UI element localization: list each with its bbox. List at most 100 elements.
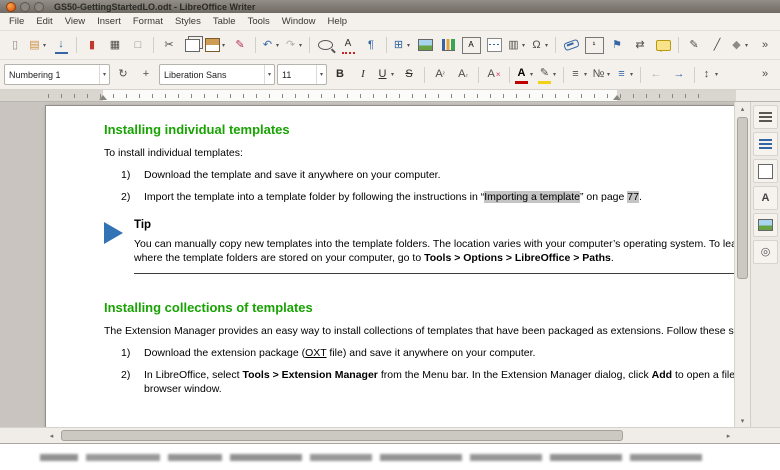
print-button[interactable]: ▦ (104, 35, 126, 55)
page-deck-button[interactable] (753, 159, 778, 183)
undo-button[interactable]: ↶ ▾ (260, 35, 282, 55)
scroll-down-arrow[interactable]: ▾ (735, 414, 750, 427)
menu-item-styles[interactable]: Styles (169, 14, 207, 29)
underline-dropdown-arrow[interactable]: ▾ (389, 71, 396, 78)
menu-item-insert[interactable]: Insert (91, 14, 127, 29)
spelling-button[interactable]: A (337, 35, 359, 55)
menu-item-tools[interactable]: Tools (242, 14, 276, 29)
insert-special-character-dropdown-arrow[interactable]: ▾ (543, 42, 550, 49)
menu-item-table[interactable]: Table (207, 14, 242, 29)
bullet-list-dropdown-arrow[interactable]: ▾ (582, 71, 589, 78)
font-color-button[interactable]: A ▾ (514, 65, 536, 85)
outline-list-button[interactable]: ≡ ▾ (614, 65, 636, 85)
subscript-button[interactable]: A (452, 65, 474, 85)
line-spacing-dropdown-arrow[interactable]: ▾ (713, 71, 720, 78)
clear-formatting-button[interactable]: A (483, 65, 505, 85)
vertical-scrollbar[interactable]: ▴ ▾ (734, 102, 750, 427)
numbered-list-dropdown-arrow[interactable]: ▾ (605, 71, 612, 78)
insert-field-dropdown-arrow[interactable]: ▾ (520, 42, 527, 49)
find-replace-button[interactable] (314, 35, 336, 55)
scroll-up-arrow[interactable]: ▴ (735, 102, 750, 115)
font-name-dropdown-arrow[interactable] (263, 65, 274, 84)
paste-button[interactable]: ▾ (204, 35, 228, 55)
numbered-list-button[interactable]: № ▾ (591, 65, 613, 85)
decrease-indent-button[interactable]: ← (645, 65, 667, 85)
font-color-dropdown-arrow[interactable]: ▾ (528, 71, 535, 78)
document-area[interactable]: Installing individual templates To insta… (0, 102, 734, 427)
indent-marker-right[interactable] (613, 95, 621, 100)
font-size-dropdown-arrow[interactable] (315, 65, 326, 84)
paragraph-style-combo[interactable]: Numbering 1 (4, 64, 110, 85)
insert-hyperlink-button[interactable] (560, 35, 582, 55)
open-dropdown-arrow[interactable]: ▾ (41, 42, 48, 49)
minimize-button[interactable] (20, 1, 30, 12)
toolbar-overflow-button[interactable]: » (754, 35, 776, 55)
paragraph-style-dropdown-arrow[interactable] (98, 65, 109, 84)
scroll-right-arrow[interactable]: ▸ (722, 428, 735, 443)
menu-item-format[interactable]: Format (127, 14, 169, 29)
export-pdf-button[interactable]: ▮ (81, 35, 103, 55)
italic-button[interactable]: I (352, 65, 374, 85)
new-document-button[interactable]: ▯ (4, 35, 26, 55)
outline-list-dropdown-arrow[interactable]: ▾ (628, 71, 635, 78)
undo-dropdown-arrow[interactable]: ▾ (274, 42, 281, 49)
insert-page-break-button[interactable] (483, 35, 505, 55)
track-changes-button[interactable]: ✎ (683, 35, 705, 55)
insert-table-dropdown-arrow[interactable]: ▾ (405, 42, 412, 49)
open-button[interactable]: ▤ ▾ (27, 35, 49, 55)
cut-button[interactable]: ✂ (158, 35, 180, 55)
maximize-button[interactable] (34, 1, 44, 12)
save-button[interactable]: ↓ (50, 35, 72, 55)
menu-item-view[interactable]: View (59, 14, 91, 29)
increase-indent-button[interactable]: → (668, 65, 690, 85)
superscript-button[interactable]: A (429, 65, 451, 85)
highlight-color-dropdown-arrow[interactable]: ▾ (551, 71, 558, 78)
sidebar-settings-button[interactable] (753, 105, 778, 129)
insert-table-button[interactable]: ⊞ ▾ (391, 35, 413, 55)
horizontal-scrollbar[interactable]: ◂ ▸ (45, 428, 735, 443)
titlebar[interactable]: GS50-GettingStartedLO.odt - LibreOffice … (0, 0, 780, 13)
styles-button[interactable]: A (753, 186, 778, 210)
update-style-button[interactable]: ↻ (112, 65, 134, 85)
menu-item-file[interactable]: File (3, 14, 30, 29)
line-spacing-button[interactable]: ↕ ▾ (699, 65, 721, 85)
copy-button[interactable] (181, 35, 203, 55)
insert-special-character-button[interactable]: Ω ▾ (529, 35, 551, 55)
basic-shapes-dropdown-arrow[interactable]: ▾ (743, 42, 750, 49)
insert-chart-button[interactable] (437, 35, 459, 55)
paste-dropdown-arrow[interactable]: ▾ (220, 42, 227, 49)
font-name-combo[interactable]: Liberation Sans (159, 64, 275, 85)
vertical-scrollbar-thumb[interactable] (737, 117, 748, 279)
new-style-button[interactable]: + (135, 65, 157, 85)
bullet-list-button[interactable]: ≡ ▾ (568, 65, 590, 85)
scroll-left-arrow[interactable]: ◂ (45, 428, 58, 443)
redo-button[interactable]: ↷ ▾ (283, 35, 305, 55)
insert-footnote-button[interactable]: ¹ (583, 35, 605, 55)
clone-formatting-button[interactable]: ✎ (229, 35, 251, 55)
horizontal-scrollbar-thumb[interactable] (61, 430, 623, 441)
bold-button[interactable]: B (329, 65, 351, 85)
print-preview-button[interactable]: □ (127, 35, 149, 55)
formatting-marks-button[interactable]: ¶ (360, 35, 382, 55)
highlight-color-button[interactable]: ✎ ▾ (537, 65, 559, 85)
basic-shapes-button[interactable]: ◆ ▾ (729, 35, 751, 55)
underline-button[interactable]: U ▾ (375, 65, 397, 85)
properties-button[interactable] (753, 132, 778, 156)
formatting-overflow-button[interactable]: » (754, 65, 776, 85)
menu-item-help[interactable]: Help (322, 14, 354, 29)
indent-marker-left[interactable] (99, 95, 107, 100)
redo-dropdown-arrow[interactable]: ▾ (297, 42, 304, 49)
insert-image-button[interactable] (414, 35, 436, 55)
close-button[interactable] (6, 1, 16, 12)
gallery-button[interactable] (753, 213, 778, 237)
font-size-combo[interactable]: 11 (277, 64, 327, 85)
insert-line-button[interactable]: ╱ (706, 35, 728, 55)
insert-bookmark-button[interactable]: ⚑ (606, 35, 628, 55)
strikethrough-button[interactable]: S (398, 65, 420, 85)
menu-item-edit[interactable]: Edit (30, 14, 58, 29)
insert-cross-reference-button[interactable]: ⇄ (629, 35, 651, 55)
insert-comment-button[interactable] (652, 35, 674, 55)
insert-field-button[interactable]: ▥ ▾ (506, 35, 528, 55)
insert-text-box-button[interactable]: A (460, 35, 482, 55)
horizontal-ruler[interactable] (0, 90, 736, 102)
